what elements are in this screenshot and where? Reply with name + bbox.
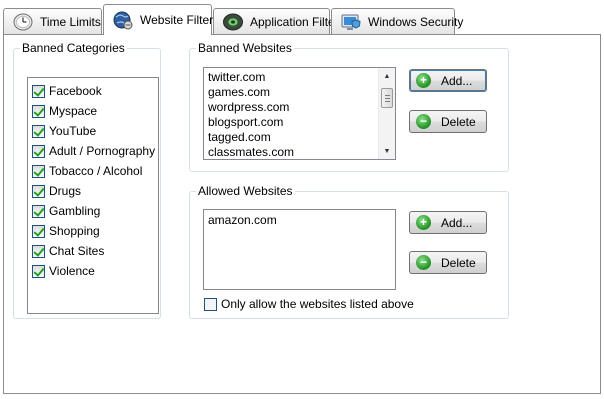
checkbox[interactable] xyxy=(32,84,45,98)
category-item[interactable]: Myspace xyxy=(28,101,158,121)
only-allow-checkbox[interactable] xyxy=(204,297,217,311)
banned-categories-group: Banned Categories Facebook Myspace YouTu… xyxy=(13,41,161,319)
button-label: Add... xyxy=(441,73,473,88)
tab-label: Application Filter xyxy=(250,15,339,29)
tab-application-filter[interactable]: Application Filter xyxy=(213,8,339,35)
vertical-scrollbar[interactable]: ▲ ▼ xyxy=(378,68,395,159)
checkbox[interactable] xyxy=(32,144,45,158)
monitor-shield-icon xyxy=(341,14,361,30)
button-label: Delete xyxy=(441,255,476,270)
tab-strip: Time Limits Website Filter Application F… xyxy=(0,0,604,35)
group-title: Banned Categories xyxy=(20,41,127,55)
globe-icon xyxy=(113,11,133,30)
category-label: Shopping xyxy=(49,224,100,238)
only-allow-option[interactable]: Only allow the websites listed above xyxy=(204,297,414,311)
banned-add-button[interactable]: + Add... xyxy=(409,69,487,92)
category-label: Tobacco / Alcohol xyxy=(49,164,143,178)
checkbox[interactable] xyxy=(32,184,45,198)
allowed-websites-group: Allowed Websites amazon.com + Add... − D… xyxy=(189,184,509,319)
category-item[interactable]: Chat Sites xyxy=(28,241,158,261)
allowed-add-button[interactable]: + Add... xyxy=(409,211,487,234)
tab-label: Website Filter xyxy=(140,13,214,27)
clock-icon xyxy=(13,13,33,31)
list-item[interactable]: tagged.com xyxy=(204,130,395,145)
list-item[interactable]: games.com xyxy=(204,85,395,100)
tab-label: Windows Security xyxy=(368,15,464,29)
category-label: Myspace xyxy=(49,104,98,118)
allowed-websites-list[interactable]: amazon.com xyxy=(203,209,396,290)
checkbox[interactable] xyxy=(32,224,45,238)
checkbox[interactable] xyxy=(32,124,45,138)
banned-websites-list[interactable]: twitter.com games.com wordpress.com blog… xyxy=(203,67,396,160)
list-item[interactable]: twitter.com xyxy=(204,70,395,85)
scroll-thumb[interactable] xyxy=(381,88,393,108)
website-filter-panel: Banned Categories Facebook Myspace YouTu… xyxy=(3,34,601,394)
category-label: Chat Sites xyxy=(49,244,105,258)
category-item[interactable]: YouTube xyxy=(28,121,158,141)
button-label: Add... xyxy=(441,215,473,230)
checkbox[interactable] xyxy=(32,264,45,278)
category-item[interactable]: Shopping xyxy=(28,221,158,241)
category-label: Violence xyxy=(49,264,95,278)
list-item[interactable]: classmates.com xyxy=(204,145,395,160)
tab-time-limits[interactable]: Time Limits xyxy=(3,8,102,35)
category-item[interactable]: Gambling xyxy=(28,201,158,221)
checkbox[interactable] xyxy=(32,164,45,178)
only-allow-label: Only allow the websites listed above xyxy=(221,297,414,311)
category-label: YouTube xyxy=(49,124,97,138)
application-icon xyxy=(223,13,243,31)
checkbox[interactable] xyxy=(32,204,45,218)
category-label: Facebook xyxy=(49,84,102,98)
list-item[interactable]: blogsport.com xyxy=(204,115,395,130)
allowed-delete-button[interactable]: − Delete xyxy=(409,251,487,274)
category-item[interactable]: Adult / Pornography xyxy=(28,141,158,161)
tab-windows-security[interactable]: Windows Security xyxy=(331,8,463,35)
category-item[interactable]: Drugs xyxy=(28,181,158,201)
scroll-up-arrow-icon[interactable]: ▲ xyxy=(379,68,395,84)
banned-categories-list: Facebook Myspace YouTube Adult / Pornogr… xyxy=(27,77,159,314)
checkbox[interactable] xyxy=(32,244,45,258)
tab-website-filter[interactable]: Website Filter xyxy=(103,4,214,35)
banned-delete-button[interactable]: − Delete xyxy=(409,110,487,133)
category-item[interactable]: Facebook xyxy=(28,81,158,101)
minus-icon: − xyxy=(416,114,431,129)
group-title: Allowed Websites xyxy=(196,184,295,198)
group-title: Banned Websites xyxy=(196,41,294,55)
checkbox[interactable] xyxy=(32,104,45,118)
list-item[interactable]: amazon.com xyxy=(204,213,395,228)
list-item[interactable]: wordpress.com xyxy=(204,100,395,115)
category-label: Adult / Pornography xyxy=(49,144,156,158)
button-label: Delete xyxy=(441,114,476,129)
minus-icon: − xyxy=(416,255,431,270)
plus-icon: + xyxy=(416,73,431,88)
category-item[interactable]: Violence xyxy=(28,261,158,281)
category-label: Drugs xyxy=(49,184,82,198)
plus-icon: + xyxy=(416,215,431,230)
category-item[interactable]: Tobacco / Alcohol xyxy=(28,161,158,181)
tab-label: Time Limits xyxy=(40,15,101,29)
scroll-down-arrow-icon[interactable]: ▼ xyxy=(379,143,395,159)
banned-websites-group: Banned Websites twitter.com games.com wo… xyxy=(189,41,509,172)
category-label: Gambling xyxy=(49,204,101,218)
